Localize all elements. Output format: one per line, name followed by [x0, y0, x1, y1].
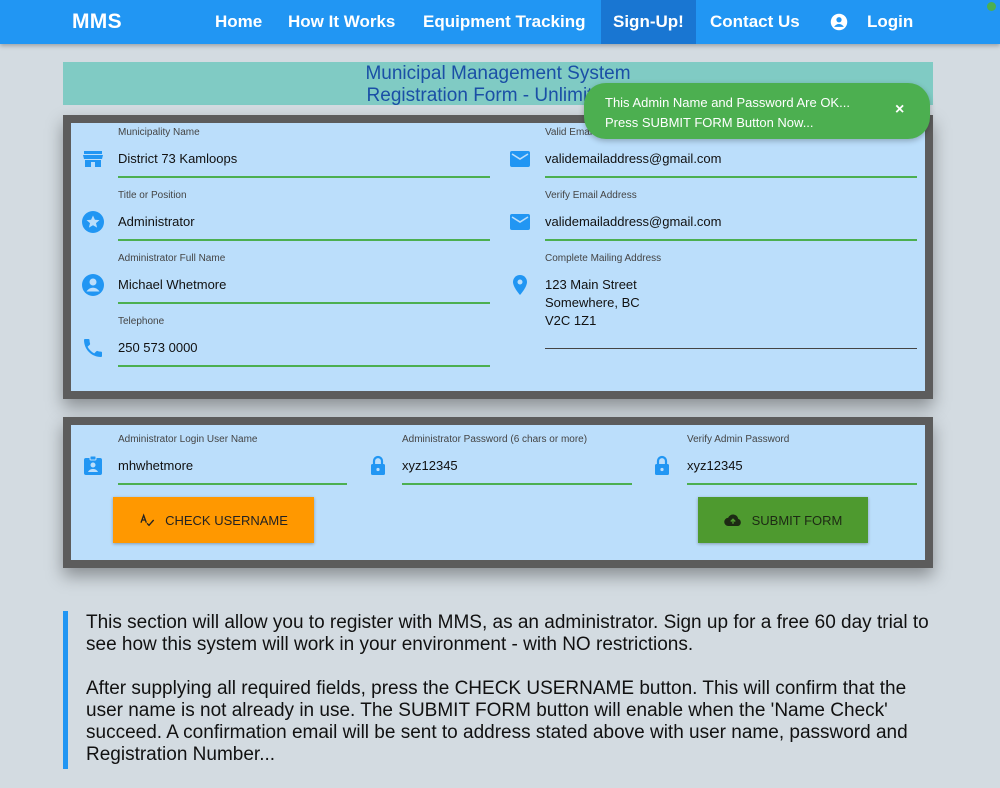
title-field[interactable]: Title or Position Administrator [118, 190, 490, 242]
check-username-label: CHECK USERNAME [165, 512, 288, 528]
toast-message: This Admin Name and Password Are OK... P… [605, 93, 850, 133]
page-title: Municipal Management System [365, 63, 631, 84]
brand-logo-text[interactable]: MMS [72, 10, 122, 34]
title-label: Title or Position [118, 190, 187, 201]
toast-line-2: Press SUBMIT FORM Button Now... [605, 115, 814, 130]
verify-password-label: Verify Admin Password [687, 434, 790, 445]
title-underline [118, 239, 490, 241]
toast-line-1: This Admin Name and Password Are OK... [605, 95, 850, 110]
nav-sign-up[interactable]: Sign-Up! [601, 0, 696, 44]
username-input[interactable]: mhwhetmore [118, 458, 193, 473]
telephone-input[interactable]: 250 573 0000 [118, 340, 198, 355]
phone-icon [84, 339, 102, 357]
nav-home[interactable]: Home [215, 0, 262, 44]
verify-email-label: Verify Email Address [545, 190, 637, 201]
info-paragraph-2: After supplying all required fields, pre… [86, 678, 908, 765]
admin-name-input[interactable]: Michael Whetmore [118, 277, 226, 292]
account-circle-icon [830, 13, 848, 31]
verify-email-input[interactable]: validemailaddress@gmail.com [545, 214, 721, 229]
municipality-input[interactable]: District 73 Kamloops [118, 151, 237, 166]
email-label: Valid Emai [545, 127, 593, 138]
success-toast: This Admin Name and Password Are OK... P… [584, 83, 930, 139]
star-badge-icon [82, 211, 104, 233]
address-label: Complete Mailing Address [545, 253, 662, 264]
status-dot [987, 2, 996, 11]
password-underline [402, 483, 632, 485]
telephone-label: Telephone [118, 316, 165, 327]
email-icon [510, 214, 530, 230]
username-label: Administrator Login User Name [118, 434, 258, 445]
admin-name-field[interactable]: Administrator Full Name Michael Whetmore [118, 253, 490, 305]
verify-email-underline [545, 239, 917, 241]
verify-password-field[interactable]: Verify Admin Password xyz12345 [687, 434, 917, 486]
address-line-3[interactable]: V2C 1Z1 [545, 313, 596, 328]
badge-icon [84, 455, 102, 475]
title-input[interactable]: Administrator [118, 214, 195, 229]
username-underline [118, 483, 347, 485]
verify-password-input[interactable]: xyz12345 [687, 458, 743, 473]
municipality-field[interactable]: Municipality Name District 73 Kamloops [118, 127, 490, 179]
info-accent-bar [63, 611, 68, 769]
submit-form-button[interactable]: SUBMIT FORM [698, 497, 868, 543]
info-paragraph-1: This section will allow you to register … [86, 612, 929, 655]
spellcheck-icon [140, 513, 155, 527]
address-underline [545, 348, 917, 349]
address-line-1[interactable]: 123 Main Street [545, 277, 637, 292]
cloud-upload-icon [723, 514, 741, 527]
password-label: Administrator Password (6 chars or more) [402, 434, 588, 445]
account-circle-icon [82, 274, 104, 296]
info-section: This section will allow you to register … [86, 612, 936, 788]
nav-login[interactable]: Login [830, 0, 913, 44]
telephone-field[interactable]: Telephone 250 573 0000 [118, 316, 490, 368]
password-field[interactable]: Administrator Password (6 chars or more)… [402, 434, 632, 486]
email-icon [510, 151, 530, 167]
address-line-2[interactable]: Somewhere, BC [545, 295, 640, 310]
toast-close-button[interactable]: × [895, 101, 904, 119]
login-label: Login [867, 12, 914, 31]
top-navbar: MMS Home How It Works Equipment Tracking… [0, 0, 1000, 44]
telephone-underline [118, 365, 490, 367]
username-field[interactable]: Administrator Login User Name mhwhetmore [118, 434, 347, 486]
lock-icon [371, 455, 385, 475]
map-pin-icon [513, 275, 527, 295]
submit-form-label: SUBMIT FORM [751, 512, 843, 528]
store-icon [83, 151, 103, 167]
nav-contact-us[interactable]: Contact Us [710, 0, 800, 44]
email-underline [545, 176, 917, 178]
check-username-button[interactable]: CHECK USERNAME [113, 497, 314, 543]
admin-name-underline [118, 302, 490, 304]
verify-password-underline [687, 483, 917, 485]
municipality-label: Municipality Name [118, 127, 200, 138]
municipality-underline [118, 176, 490, 178]
password-input[interactable]: xyz12345 [402, 458, 458, 473]
verify-email-field[interactable]: Verify Email Address validemailaddress@g… [545, 190, 917, 242]
admin-name-label: Administrator Full Name [118, 253, 226, 264]
address-field[interactable]: Complete Mailing Address 123 Main Street… [545, 253, 917, 353]
email-input[interactable]: validemailaddress@gmail.com [545, 151, 721, 166]
nav-equipment-tracking[interactable]: Equipment Tracking [423, 0, 585, 44]
lock-icon [655, 455, 669, 475]
nav-how-it-works[interactable]: How It Works [288, 0, 395, 44]
